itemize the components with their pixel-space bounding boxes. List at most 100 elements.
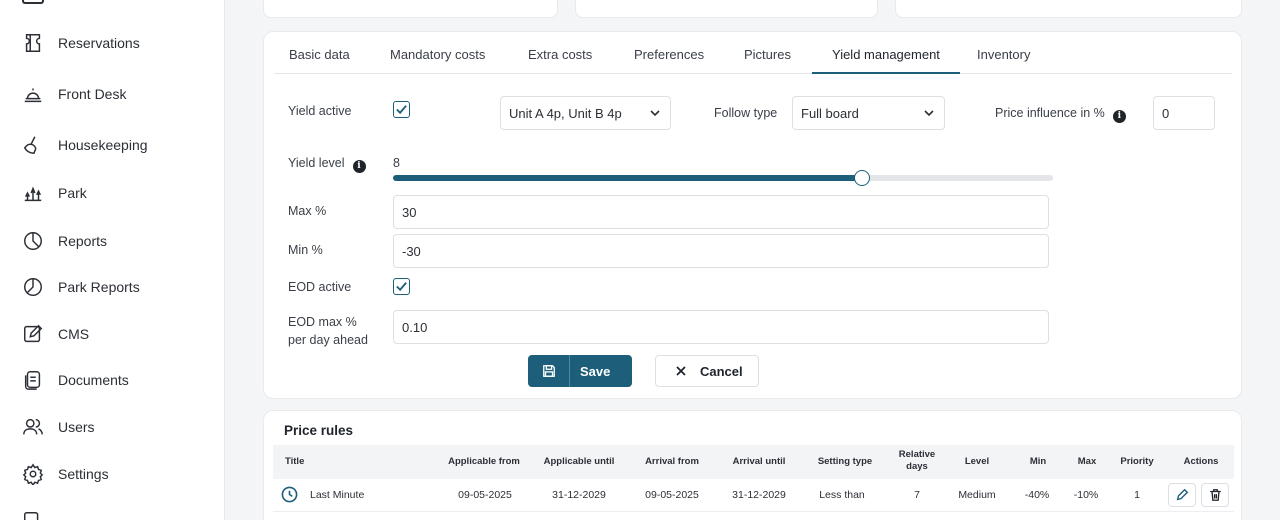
yield-level-label: Yield level i bbox=[288, 156, 366, 173]
yield-level-slider-thumb[interactable] bbox=[853, 170, 870, 186]
edit-icon bbox=[24, 324, 43, 343]
price-influence-label: Price influence in % i bbox=[995, 106, 1126, 123]
yield-level-slider[interactable] bbox=[393, 170, 1053, 186]
save-button[interactable]: Save bbox=[528, 355, 632, 387]
sidebar-item-cms[interactable]: CMS bbox=[22, 321, 89, 347]
sidebar-item-front-desk[interactable]: Front Desk bbox=[22, 81, 126, 107]
row-arrival-from: 09-05-2025 bbox=[645, 489, 699, 501]
sidebar-item-reports[interactable]: Reports bbox=[22, 228, 107, 254]
column-header-arrival-until: Arrival until bbox=[732, 456, 786, 467]
yield-level-value: 8 bbox=[393, 156, 400, 170]
sidebar-item-park[interactable]: Park bbox=[22, 180, 87, 206]
sidebar-partial-icon bbox=[24, 512, 39, 520]
min-percent-input[interactable]: -30 bbox=[393, 234, 1049, 268]
column-header-relative-days-line1: Relative bbox=[898, 449, 936, 460]
pie-chart-icon bbox=[24, 278, 42, 296]
info-icon[interactable]: i bbox=[1112, 110, 1126, 123]
chevron-down-icon bbox=[924, 110, 934, 117]
column-header-relative-days: Relative days bbox=[887, 449, 947, 473]
eod-max-label-line1: EOD max % bbox=[288, 315, 357, 329]
sidebar-top-icon bbox=[22, 0, 44, 4]
check-icon bbox=[396, 105, 407, 115]
row-applicable-until: 31-12-2029 bbox=[552, 489, 606, 501]
sidebar-item-label: Housekeeping bbox=[58, 137, 148, 153]
tab-inventory[interactable]: Inventory bbox=[977, 32, 1030, 74]
check-icon bbox=[396, 282, 407, 292]
close-icon bbox=[676, 366, 686, 376]
tab-pictures[interactable]: Pictures bbox=[744, 32, 791, 74]
sidebar: Reservations Front Desk Housekeeping Par… bbox=[0, 0, 225, 520]
row-title: Last Minute bbox=[310, 489, 365, 501]
info-icon[interactable]: i bbox=[352, 160, 366, 173]
price-influence-label-text: Price influence in % bbox=[995, 106, 1105, 120]
follow-type-value: Full board bbox=[801, 105, 859, 121]
yield-active-label: Yield active bbox=[288, 104, 352, 118]
max-percent-input[interactable]: 30 bbox=[393, 195, 1049, 229]
summary-card bbox=[575, 0, 878, 18]
sidebar-item-park-reports[interactable]: Park Reports bbox=[22, 274, 140, 300]
tab-extra-costs[interactable]: Extra costs bbox=[528, 32, 592, 74]
eod-max-value: 0.10 bbox=[402, 319, 428, 335]
column-header-arrival-from: Arrival from bbox=[645, 456, 699, 467]
sidebar-item-label: Documents bbox=[58, 372, 129, 388]
eod-max-label-line2: per day ahead bbox=[288, 333, 368, 347]
column-header-min: Min bbox=[1029, 456, 1047, 467]
column-header-applicable-until: Applicable until bbox=[543, 456, 615, 467]
tab-preferences[interactable]: Preferences bbox=[634, 32, 704, 74]
sidebar-item-label: CMS bbox=[58, 326, 90, 342]
tab-basic-data[interactable]: Basic data bbox=[289, 32, 350, 74]
row-applicable-from: 09-05-2025 bbox=[458, 489, 512, 501]
row-arrival-until: 31-12-2029 bbox=[732, 489, 786, 501]
sidebar-item-label: Settings bbox=[58, 466, 109, 482]
sidebar-item-users[interactable]: Users bbox=[22, 414, 95, 440]
column-header-applicable-from: Applicable from bbox=[448, 456, 520, 467]
pencil-icon bbox=[1176, 488, 1189, 501]
sidebar-item-housekeeping[interactable]: Housekeeping bbox=[22, 132, 148, 158]
sidebar-item-documents[interactable]: Documents bbox=[22, 367, 129, 393]
tab-yield-management[interactable]: Yield management bbox=[812, 32, 960, 74]
pie-chart-icon bbox=[24, 232, 42, 250]
price-rules-card: Price rules Title Applicable from Applic… bbox=[263, 410, 1242, 520]
row-max: -10% bbox=[1073, 489, 1099, 501]
users-icon bbox=[23, 418, 43, 435]
eod-active-checkbox[interactable] bbox=[393, 278, 410, 295]
row-priority: 1 bbox=[1134, 489, 1140, 501]
row-divider bbox=[273, 511, 1234, 512]
price-rules-table-header: Title Applicable from Applicable until A… bbox=[273, 445, 1234, 479]
eod-max-label: EOD max % per day ahead bbox=[288, 313, 368, 349]
min-percent-label: Min % bbox=[288, 243, 323, 257]
price-influence-input[interactable]: 0 bbox=[1153, 96, 1215, 130]
sidebar-item-label: Users bbox=[58, 419, 95, 435]
column-header-max: Max bbox=[1077, 456, 1097, 467]
park-icon bbox=[24, 186, 42, 202]
delete-row-button[interactable] bbox=[1201, 483, 1229, 507]
save-button-label: Save bbox=[580, 363, 611, 379]
column-header-actions: Actions bbox=[1183, 456, 1219, 467]
cancel-button-label: Cancel bbox=[700, 363, 743, 379]
eod-max-input[interactable]: 0.10 bbox=[393, 310, 1049, 344]
column-header-title: Title bbox=[285, 456, 305, 467]
documents-icon bbox=[24, 371, 41, 390]
summary-card bbox=[895, 0, 1242, 18]
max-percent-label: Max % bbox=[288, 204, 327, 218]
bell-icon bbox=[24, 88, 42, 103]
units-select[interactable]: Unit A 4p, Unit B 4p bbox=[500, 96, 671, 130]
chevron-down-icon bbox=[650, 110, 660, 117]
yield-active-checkbox[interactable] bbox=[393, 101, 410, 118]
clock-icon bbox=[281, 486, 298, 503]
sidebar-item-label: Park bbox=[58, 185, 87, 201]
summary-card bbox=[263, 0, 558, 18]
cancel-button[interactable]: Cancel bbox=[655, 355, 759, 387]
price-influence-value: 0 bbox=[1162, 105, 1170, 121]
follow-type-select[interactable]: Full board bbox=[792, 96, 945, 130]
column-header-relative-days-line2: days bbox=[906, 461, 928, 472]
tab-bar: Basic data Mandatory costs Extra costs P… bbox=[274, 32, 1232, 74]
edit-row-button[interactable] bbox=[1168, 483, 1196, 507]
sidebar-item-settings[interactable]: Settings bbox=[22, 461, 109, 487]
gear-icon bbox=[22, 463, 44, 485]
row-level: Medium bbox=[958, 489, 996, 501]
tab-mandatory-costs[interactable]: Mandatory costs bbox=[390, 32, 485, 74]
follow-type-label: Follow type bbox=[714, 106, 778, 120]
sidebar-item-label: Front Desk bbox=[58, 86, 127, 102]
sidebar-item-reservations[interactable]: Reservations bbox=[22, 30, 140, 56]
